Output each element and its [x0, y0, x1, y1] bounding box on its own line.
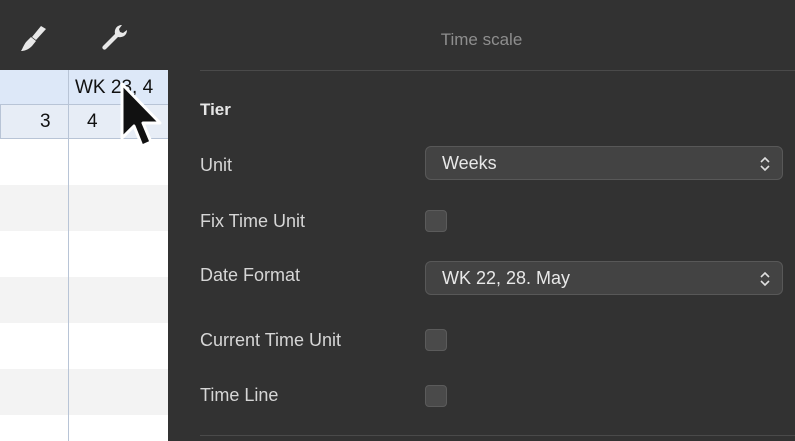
date-format-value: WK 22, 28. May: [442, 268, 571, 288]
date-format-label: Date Format: [200, 265, 301, 285]
mouse-pointer-icon: [120, 82, 162, 148]
gantt-row: [0, 277, 168, 323]
column-divider: [68, 70, 69, 441]
divider: [200, 435, 795, 436]
day-label: 4: [87, 111, 98, 132]
gantt-row: [0, 185, 168, 231]
time-line-checkbox[interactable]: [425, 385, 447, 407]
current-time-unit-label: Current Time Unit: [200, 330, 342, 350]
unit-label: Unit: [200, 155, 233, 175]
day-label: 3: [40, 111, 51, 132]
chevron-updown-icon: [760, 156, 770, 172]
chevron-updown-icon: [760, 271, 770, 287]
fix-time-unit-label: Fix Time Unit: [200, 211, 306, 231]
panel-title: Time scale: [440, 30, 523, 49]
gantt-row: [0, 231, 168, 277]
paint-brush-icon[interactable]: [16, 20, 52, 56]
unit-select[interactable]: Weeks: [425, 146, 783, 180]
gantt-row: [0, 323, 168, 369]
wrench-icon[interactable]: [96, 20, 132, 56]
section-tier: Tier: [200, 100, 231, 119]
divider: [200, 70, 795, 71]
column-divider: [0, 105, 1, 139]
gantt-row: [0, 415, 168, 441]
unit-value: Weeks: [442, 153, 497, 173]
gantt-row: [0, 369, 168, 415]
inspector-panel: Time scale Tier Unit Weeks Fix Time Unit…: [168, 0, 795, 441]
fix-time-unit-checkbox[interactable]: [425, 210, 447, 232]
date-format-select[interactable]: WK 22, 28. May: [425, 261, 783, 295]
current-time-unit-checkbox[interactable]: [425, 329, 447, 351]
time-line-label: Time Line: [200, 385, 279, 405]
